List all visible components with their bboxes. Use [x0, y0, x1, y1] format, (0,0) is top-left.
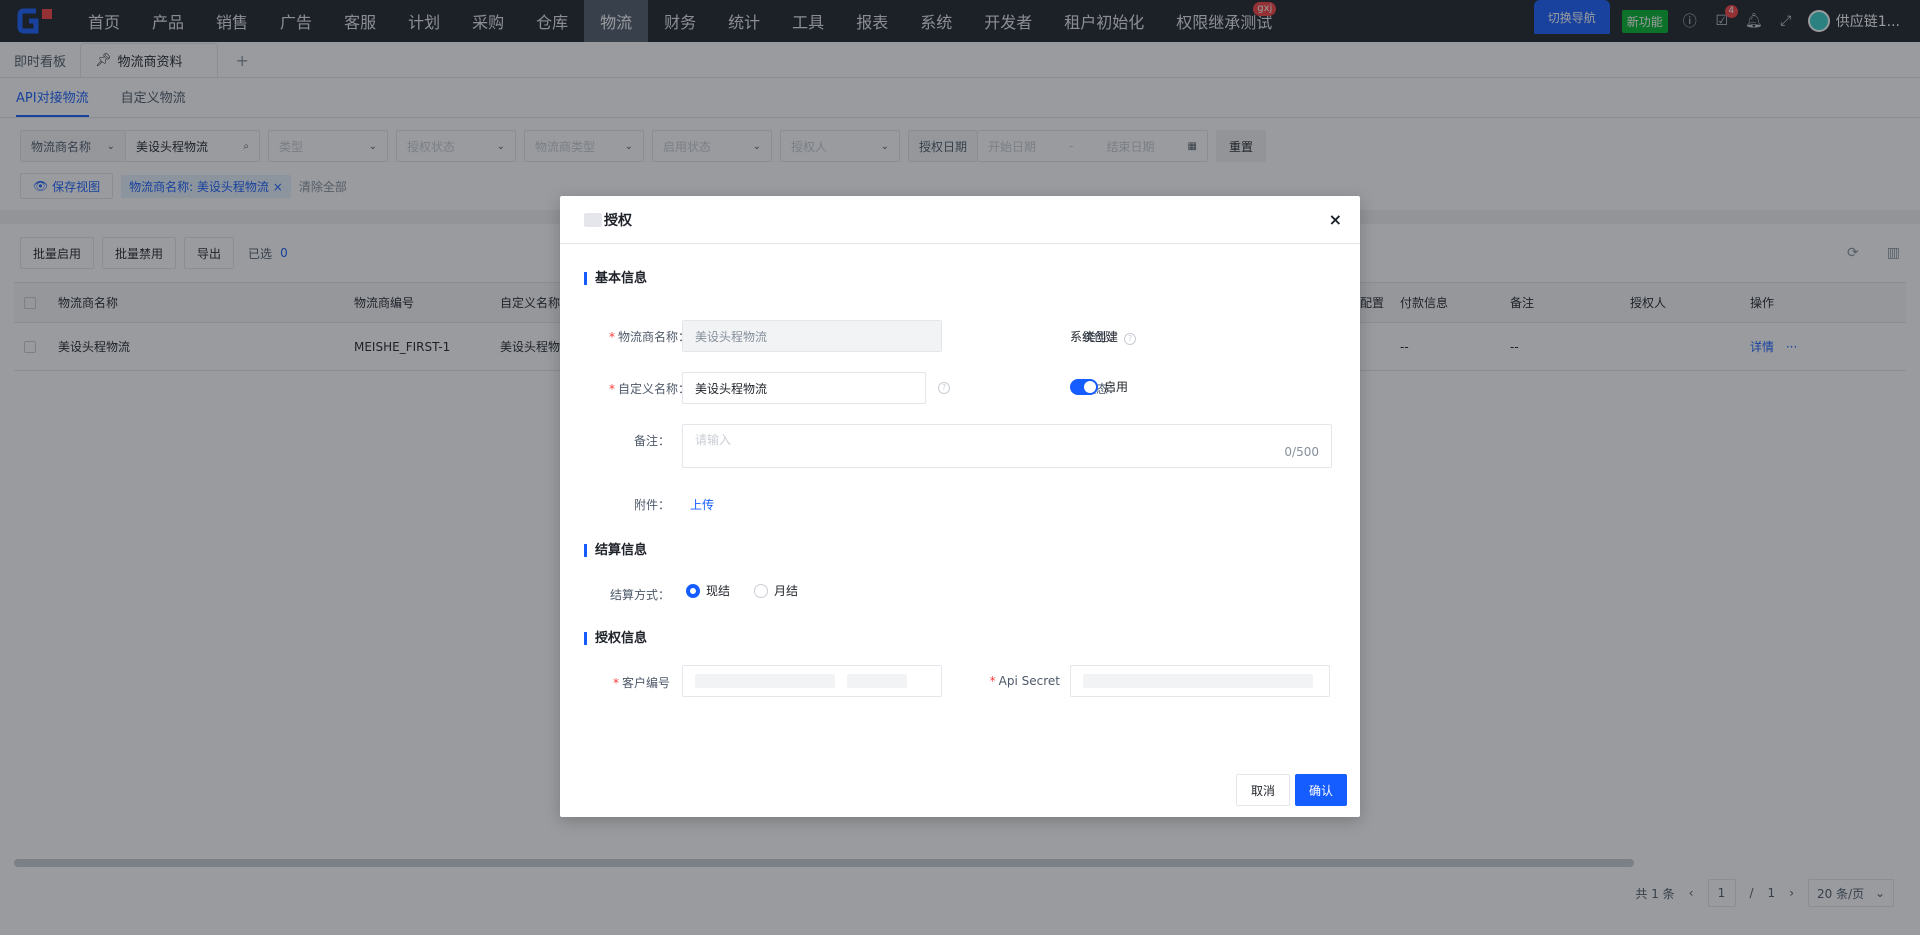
remark-placeholder: 请输入: [695, 433, 732, 447]
help-icon[interactable]: ?: [1124, 333, 1137, 345]
api-secret-label: * Api Secret: [989, 674, 1060, 688]
section-basic-info: 基本信息: [584, 272, 647, 285]
radio-cash[interactable]: 现结: [686, 582, 730, 599]
attachment-label: 附件：: [633, 498, 670, 512]
modal-title: 授权: [604, 212, 632, 229]
remark-count: 0/500: [1284, 445, 1319, 459]
remark-label: 备注：: [633, 434, 670, 448]
redacted-block: [847, 674, 907, 688]
custom-name-input[interactable]: 美设头程物流: [682, 372, 926, 404]
type-value: 系统创建?: [1070, 328, 1137, 345]
remark-textarea[interactable]: 请输入 0/500: [682, 424, 1332, 468]
carrier-name-input: 美设头程物流: [682, 320, 942, 352]
redacted-block: [695, 674, 835, 688]
radio-dot: [686, 583, 700, 598]
radio-monthly[interactable]: 月结: [754, 582, 798, 599]
api-secret-input[interactable]: [1070, 665, 1330, 697]
radio-dot: [754, 583, 769, 598]
cancel-button[interactable]: 取消: [1236, 774, 1291, 806]
customer-no-input[interactable]: [682, 665, 942, 697]
customer-no-label: * 客户编号: [612, 676, 670, 690]
upload-link[interactable]: 上传: [690, 496, 714, 513]
carrier-name-label: * 物流商名称：: [608, 330, 690, 344]
modal-header: 授权 ×: [560, 196, 1360, 244]
authorize-modal: 授权 × 基本信息 * 物流商名称： 美设头程物流 类型： 系统创建? * 自定义名…: [560, 196, 1360, 817]
radio-label: 月结: [774, 584, 799, 598]
confirm-button[interactable]: 确认: [1295, 774, 1348, 806]
status-toggle-wrap: 启用: [1070, 378, 1128, 395]
redacted-block: [1083, 674, 1313, 688]
status-toggle[interactable]: [1070, 378, 1098, 395]
status-value: 启用: [1104, 380, 1129, 394]
settle-method-label: 结算方式：: [609, 588, 670, 602]
redacted-block: [584, 212, 602, 227]
close-icon[interactable]: ×: [1329, 210, 1342, 229]
section-settlement: 结算信息: [584, 544, 647, 557]
help-icon[interactable]: ?: [938, 382, 950, 394]
radio-label: 现结: [706, 584, 731, 598]
custom-name-label: * 自定义名称：: [608, 382, 690, 396]
settle-radio-group: 现结 月结: [686, 582, 822, 599]
section-auth-info: 授权信息: [584, 632, 647, 645]
